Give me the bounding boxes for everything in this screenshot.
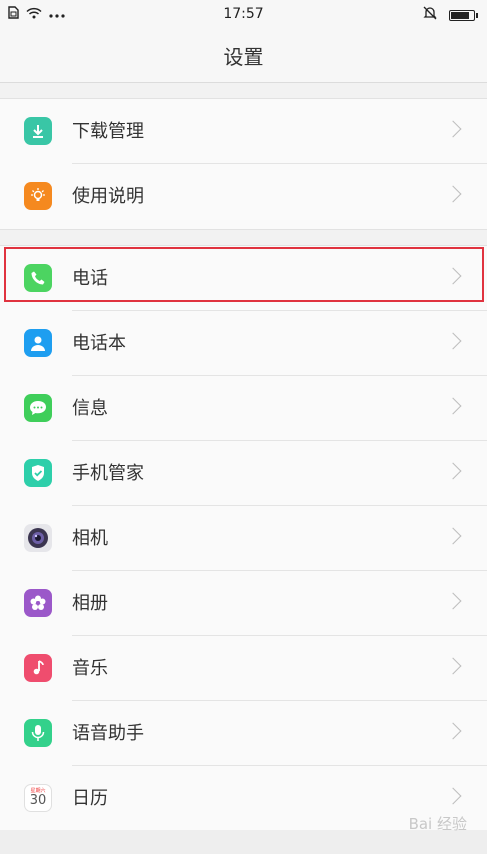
chevron-right-icon (444, 592, 462, 610)
music-icon (24, 654, 52, 682)
settings-item-contacts[interactable]: 电话本 (0, 311, 487, 376)
contacts-icon (24, 329, 52, 357)
settings-item-label: 使用说明 (72, 186, 144, 207)
settings-item-label: 手机管家 (72, 463, 144, 484)
message-icon (24, 394, 52, 422)
gallery-icon (24, 589, 52, 617)
calendar-day: 30 (29, 793, 47, 808)
chevron-right-icon (444, 397, 462, 415)
settings-group-apps: 电话 电话本 信息 手机管家 相机 相册 音乐 语音助手 星期六 30 日历 (0, 245, 487, 832)
page-title: 设置 (223, 44, 264, 69)
chevron-right-icon (444, 657, 462, 675)
battery-icon (449, 9, 478, 21)
settings-item-messages[interactable]: 信息 (0, 376, 487, 441)
chevron-right-icon (444, 332, 462, 350)
chevron-right-icon (444, 267, 462, 285)
settings-item-label: 语音助手 (72, 723, 144, 744)
chevron-right-icon (444, 462, 462, 480)
status-bar: 17:57 (0, 0, 487, 28)
settings-item-camera[interactable]: 相机 (0, 506, 487, 571)
settings-item-label: 电话 (72, 268, 108, 289)
settings-item-label: 相册 (72, 593, 108, 614)
settings-item-label: 相机 (72, 528, 108, 549)
settings-item-label: 音乐 (72, 658, 108, 679)
settings-item-label: 下载管理 (72, 121, 144, 142)
settings-item-music[interactable]: 音乐 (0, 636, 487, 701)
mic-icon (24, 719, 52, 747)
settings-item-phone-manager[interactable]: 手机管家 (0, 441, 487, 506)
watermark: Bai 经验 (408, 815, 467, 833)
chevron-right-icon (444, 527, 462, 545)
bulb-icon (24, 182, 52, 210)
status-time: 17:57 (223, 6, 264, 22)
settings-item-gallery[interactable]: 相册 (0, 571, 487, 636)
chevron-right-icon (444, 787, 462, 805)
page-title-bar: 设置 (0, 28, 487, 83)
chevron-right-icon (444, 120, 462, 138)
settings-item-voice-assistant[interactable]: 语音助手 (0, 701, 487, 766)
settings-item-label: 信息 (72, 398, 108, 419)
settings-item-download-manager[interactable]: 下载管理 (0, 99, 487, 164)
calendar-icon: 星期六 30 (24, 784, 52, 812)
download-icon (24, 117, 52, 145)
settings-item-instructions[interactable]: 使用说明 (0, 164, 487, 229)
bell-muted-icon (423, 6, 437, 24)
settings-group-general: 下载管理 使用说明 (0, 98, 487, 230)
chevron-right-icon (444, 722, 462, 740)
settings-item-phone[interactable]: 电话 (0, 246, 487, 311)
shield-icon (24, 459, 52, 487)
phone-icon (24, 264, 52, 292)
settings-item-label: 日历 (72, 788, 108, 809)
camera-icon (24, 524, 52, 552)
settings-item-label: 电话本 (72, 333, 126, 354)
chevron-right-icon (444, 185, 462, 203)
